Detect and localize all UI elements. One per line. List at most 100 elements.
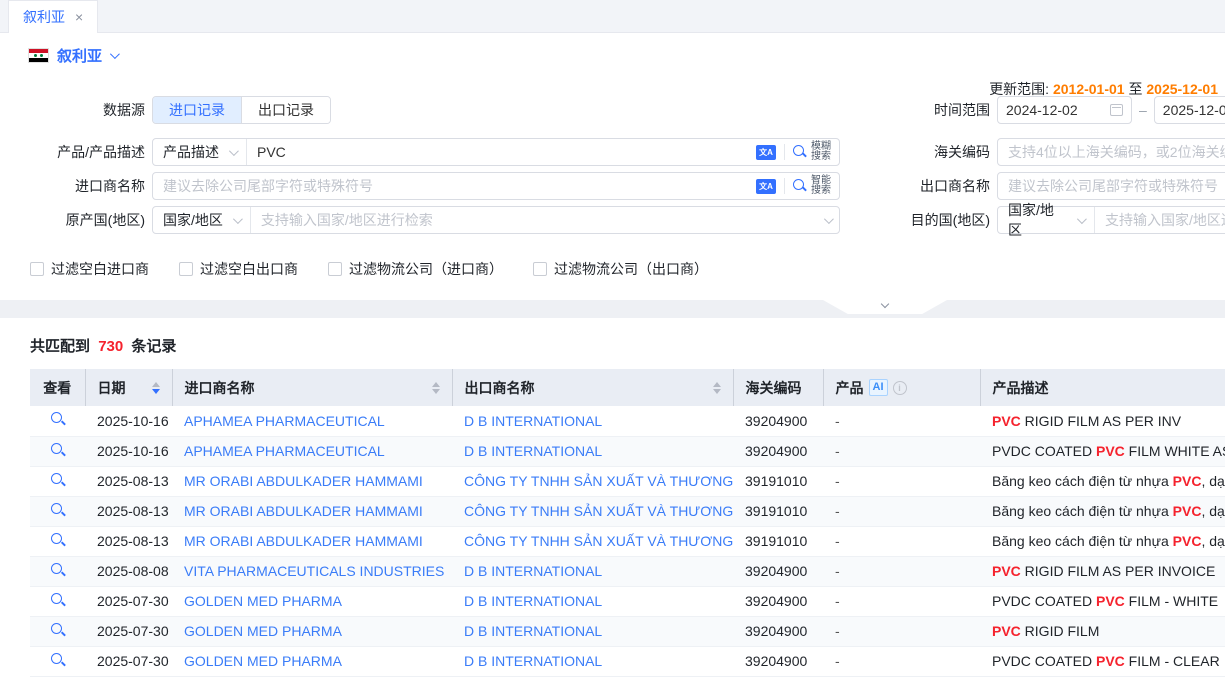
view-record-button[interactable] — [50, 562, 66, 578]
view-cell — [30, 646, 85, 676]
importer-link[interactable]: MR ORABI ABDULKADER HAMMAMI — [172, 466, 452, 496]
view-record-button[interactable] — [50, 622, 66, 638]
view-record-button[interactable] — [50, 472, 66, 488]
desc-cell: PVC RIGID FILM — [980, 616, 1225, 646]
view-cell — [30, 496, 85, 526]
country-selector[interactable]: 叙利亚 — [28, 45, 117, 66]
col-header-importer: 进口商名称 — [172, 369, 452, 406]
exporter-link[interactable]: D B INTERNATIONAL — [452, 556, 733, 586]
importer-link[interactable]: APHAMEA PHARMACEUTICAL — [172, 436, 452, 466]
view-record-button[interactable] — [50, 442, 66, 458]
checkbox-icon — [30, 262, 44, 276]
chevron-down-icon — [233, 214, 243, 224]
exporter-link[interactable]: CÔNG TY TNHH SẢN XUẤT VÀ THƯƠNG M... — [452, 466, 733, 496]
exporter-label: 出口商名称 — [830, 172, 990, 200]
update-range-from: 2012-01-01 — [1053, 81, 1125, 97]
datasource-segment: 进口记录 出口记录 — [152, 96, 331, 124]
exporter-link[interactable]: D B INTERNATIONAL — [452, 586, 733, 616]
sort-exporter-button[interactable] — [705, 382, 721, 394]
date-cell: 2025-08-13 — [85, 466, 172, 496]
table-row: 2025-10-16 APHAMEA PHARMACEUTICAL D B IN… — [30, 406, 1225, 436]
exporter-link[interactable]: D B INTERNATIONAL — [452, 646, 733, 676]
desc-cell: PVDC COATED PVC FILM WHITE AS ... — [980, 436, 1225, 466]
tab-export-records[interactable]: 出口记录 — [241, 97, 330, 123]
fuzzy-search-label-2: 搜索 — [811, 151, 831, 162]
filter-checkbox-row: 过滤空白进口商 过滤空白出口商 过滤物流公司（进口商） 过滤物流公司（出口商） — [30, 259, 708, 279]
view-record-button[interactable] — [50, 532, 66, 548]
view-record-button[interactable] — [50, 411, 66, 427]
date-cell: 2025-08-13 — [85, 526, 172, 556]
view-record-button[interactable] — [50, 502, 66, 518]
sort-importer-button[interactable] — [424, 382, 440, 394]
pvc-highlight: PVC — [1173, 503, 1202, 519]
exporter-link[interactable]: CÔNG TY TNHH SẢN XUẤT VÀ THƯƠNG M... — [452, 496, 733, 526]
importer-link[interactable]: GOLDEN MED PHARMA — [172, 586, 452, 616]
table-row: 2025-08-13 MR ORABI ABDULKADER HAMMAMI C… — [30, 526, 1225, 556]
checkbox-filter-logistics-exporter[interactable]: 过滤物流公司（出口商） — [533, 259, 708, 279]
table-row: 2025-08-08 VITA PHARMACEUTICALS INDUSTRI… — [30, 556, 1225, 586]
date-to-input[interactable]: 2025-12-01 — [1154, 96, 1225, 124]
hs-code-label: 海关编码 — [830, 138, 990, 166]
date-cell: 2025-07-30 — [85, 646, 172, 676]
magnifier-icon — [793, 145, 808, 160]
exporter-link[interactable]: D B INTERNATIONAL — [452, 616, 733, 646]
datasource-label: 数据源 — [0, 96, 145, 124]
origin-type-select[interactable]: 国家/地区 — [153, 207, 251, 233]
tab-syria[interactable]: 叙利亚 × — [8, 0, 98, 33]
count-suffix: 条记录 — [131, 338, 176, 355]
product-input[interactable] — [247, 139, 748, 165]
app-window: 叙利亚 × 叙利亚 数据源 产品/产品描述 进口商名称 原产国(地区) 进口记录… — [0, 0, 1225, 678]
importer-link[interactable]: MR ORABI ABDULKADER HAMMAMI — [172, 496, 452, 526]
exporter-link[interactable]: D B INTERNATIONAL — [452, 436, 733, 466]
close-icon[interactable]: × — [75, 10, 83, 24]
exporter-link[interactable]: D B INTERNATIONAL — [452, 406, 733, 436]
product-type-select[interactable]: 产品描述 — [153, 139, 247, 165]
translate-icon[interactable]: 文A — [756, 145, 776, 160]
translate-icon[interactable]: 文A — [756, 179, 776, 194]
collapse-filters-button[interactable] — [823, 300, 947, 314]
view-record-button[interactable] — [50, 592, 66, 608]
smart-search-button[interactable]: 智能 搜索 — [793, 176, 831, 196]
tab-import-records[interactable]: 进口记录 — [153, 97, 241, 123]
exporter-input[interactable] — [997, 172, 1225, 200]
hs-code-cell: 39204900 — [733, 646, 823, 676]
checkbox-filter-logistics-importer[interactable]: 过滤物流公司（进口商） — [328, 259, 503, 279]
date-from-input[interactable]: 2024-12-02 — [997, 96, 1132, 124]
product-cell: - — [823, 406, 980, 436]
hs-code-input[interactable] — [997, 138, 1225, 166]
desc-cell: Băng keo cách điện từ nhựa PVC, dạn... — [980, 496, 1225, 526]
fuzzy-search-button[interactable]: 模糊 搜索 — [793, 142, 831, 162]
desc-cell: PVDC COATED PVC FILM - CLEAR — [980, 646, 1225, 676]
col-header-hs: 海关编码 — [733, 369, 823, 406]
pvc-highlight: PVC — [1096, 593, 1125, 609]
table-row: 2025-10-16 APHAMEA PHARMACEUTICAL D B IN… — [30, 436, 1225, 466]
filter-panel: 叙利亚 数据源 产品/产品描述 进口商名称 原产国(地区) 进口记录 出口记录 … — [0, 33, 1225, 300]
importer-link[interactable]: APHAMEA PHARMACEUTICAL — [172, 406, 452, 436]
pvc-highlight: PVC — [1173, 533, 1202, 549]
info-icon[interactable]: i — [893, 381, 907, 395]
importer-link[interactable]: VITA PHARMACEUTICALS INDUSTRIES — [172, 556, 452, 586]
destination-group: 国家/地区 — [997, 206, 1225, 234]
checkbox-icon — [533, 262, 547, 276]
desc-cell: Băng keo cách điện từ nhựa PVC, dạn... — [980, 466, 1225, 496]
origin-country-input[interactable] — [251, 207, 816, 233]
importer-link[interactable]: GOLDEN MED PHARMA — [172, 616, 452, 646]
importer-link[interactable]: GOLDEN MED PHARMA — [172, 646, 452, 676]
hs-code-cell: 39191010 — [733, 526, 823, 556]
destination-input[interactable] — [1095, 207, 1225, 233]
desc-cell: PVC RIGID FILM AS PER INV — [980, 406, 1225, 436]
destination-type-value: 国家/地区 — [1008, 200, 1067, 240]
pvc-highlight: PVC — [1096, 443, 1125, 459]
checkbox-filter-blank-exporter[interactable]: 过滤空白出口商 — [179, 259, 298, 279]
importer-input[interactable] — [153, 173, 748, 199]
product-cell: - — [823, 526, 980, 556]
view-record-button[interactable] — [50, 652, 66, 668]
magnifier-icon — [793, 179, 808, 194]
hs-code-cell: 39204900 — [733, 616, 823, 646]
product-cell: - — [823, 586, 980, 616]
destination-type-select[interactable]: 国家/地区 — [998, 207, 1095, 233]
checkbox-filter-blank-importer[interactable]: 过滤空白进口商 — [30, 259, 149, 279]
exporter-link[interactable]: CÔNG TY TNHH SẢN XUẤT VÀ THƯƠNG M... — [452, 526, 733, 556]
sort-date-button[interactable] — [144, 382, 160, 394]
importer-link[interactable]: MR ORABI ABDULKADER HAMMAMI — [172, 526, 452, 556]
